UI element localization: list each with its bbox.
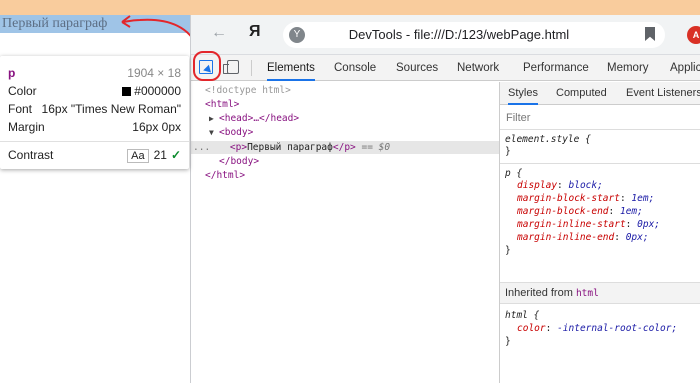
tab-network[interactable]: Network [457, 55, 499, 81]
css-property-value[interactable]: 1em; [631, 193, 654, 204]
tooltip-color-row: Color #000000 [8, 82, 181, 100]
css-property-value[interactable]: 0px; [637, 219, 660, 230]
font-label: Font [8, 102, 33, 116]
tooltip-divider [0, 141, 189, 142]
tab-computed[interactable]: Computed [556, 82, 607, 105]
font-value: 16px "Times New Roman" [41, 102, 181, 116]
styles-pane: Styles Computed Event Listeners Filter e… [500, 82, 700, 383]
back-arrow-icon[interactable]: ← [211, 24, 227, 42]
css-property-value[interactable]: 0px; [626, 232, 649, 243]
color-swatch-icon [122, 87, 132, 97]
css-property-name[interactable]: margin-inline-start [517, 219, 626, 230]
rule-divider [500, 163, 700, 164]
expand-triangle-icon[interactable]: ▶ [209, 112, 219, 125]
css-property-row[interactable]: color: -internal-root-color; [517, 323, 677, 335]
html-rule-selector: html { [505, 310, 540, 321]
body-open-text: <body> [219, 127, 254, 138]
inherited-tag-link[interactable]: html [576, 288, 599, 299]
color-label: Color [8, 84, 37, 98]
window-title: DevTools - file:///D:/123/webPage.html [348, 27, 570, 42]
tab-elements[interactable]: Elements [267, 55, 315, 81]
body-node[interactable]: ▼ <body> [209, 126, 253, 139]
css-property-name[interactable]: display [517, 180, 557, 191]
tooltip-font-row: Font 16px "Times New Roman" [8, 100, 181, 118]
inherited-label: Inherited from [505, 287, 573, 299]
margin-value: 16px 0px [132, 120, 181, 134]
css-property-value[interactable]: -internal-root-color; [557, 323, 677, 334]
css-property-row[interactable]: margin-block-end: 1em; [517, 206, 643, 218]
css-property-name[interactable]: margin-block-end [517, 206, 609, 217]
p-rule-selector: p { [505, 168, 523, 179]
devtools-tab-bar: Elements Console Sources Network Perform… [191, 55, 700, 81]
tab-application[interactable]: Applic [670, 55, 700, 81]
p-open-tag: <p> [229, 142, 248, 153]
body-close-node[interactable]: </body> [219, 155, 259, 168]
annotation-arrow [121, 15, 199, 49]
styles-tab-bar: Styles Computed Event Listeners [500, 82, 700, 105]
margin-highlight [0, 0, 700, 15]
p-text-node: Первый параграф [247, 142, 333, 153]
address-bar[interactable]: Y DevTools - file:///D:/123/webPage.html [283, 22, 665, 48]
p-node-selected[interactable]: ... <p>Первый параграф</p> == $0 [191, 141, 499, 154]
contrast-label: Contrast [8, 148, 54, 162]
color-value-wrap: #000000 [122, 84, 181, 98]
css-property-row[interactable]: margin-inline-start: 0px; [517, 219, 660, 231]
close-brace: } [505, 336, 511, 347]
color-value: #000000 [134, 84, 181, 98]
css-property-row[interactable]: margin-inline-end: 0px; [517, 232, 649, 244]
styles-filter-input[interactable]: Filter [506, 112, 530, 124]
collapse-triangle-icon[interactable]: ▼ [209, 126, 219, 139]
element-inspect-tooltip: p 1904 × 18 Color #000000 Font 16px "Tim… [0, 56, 189, 169]
doctype-text: <!doctype html> [205, 85, 291, 96]
browser-toolbar: ← Я Y DevTools - file:///D:/123/webPage.… [191, 15, 700, 55]
tab-sources[interactable]: Sources [396, 55, 438, 81]
tooltip-size: 1904 × 18 [127, 66, 181, 80]
tab-console[interactable]: Console [334, 55, 376, 81]
doctype-node[interactable]: <!doctype html> [205, 84, 291, 97]
contrast-ratio: 21 [153, 147, 167, 162]
p-close-tag: </p> [332, 142, 356, 153]
element-style-selector: element.style { [505, 134, 591, 145]
css-property-value[interactable]: 1em; [620, 206, 643, 217]
tab-styles[interactable]: Styles [508, 82, 538, 105]
css-property-name[interactable]: margin-inline-end [517, 232, 614, 243]
divider [251, 60, 252, 76]
device-toolbar-icon[interactable] [223, 60, 239, 74]
rule-divider [500, 129, 700, 130]
devtools-window: ← Я Y DevTools - file:///D:/123/webPage.… [190, 15, 700, 383]
tooltip-header: p 1904 × 18 [8, 64, 181, 82]
annotation-circle [193, 51, 221, 81]
head-node[interactable]: ▶ <head>…</head> [209, 112, 299, 125]
css-property-value[interactable]: block; [569, 180, 603, 191]
inherited-header: Inherited from html [500, 282, 700, 304]
css-property-name[interactable]: color [517, 323, 546, 334]
tab-performance[interactable]: Performance [523, 55, 589, 81]
css-property-name[interactable]: margin-block-start [517, 193, 620, 204]
elements-tree: <!doctype html> <html> ▶ <head>…</head> ▼… [191, 82, 499, 383]
css-property-row[interactable]: display: block; [517, 180, 603, 192]
html-close-node[interactable]: </html> [205, 169, 245, 182]
contrast-value-wrap: Aa 21 ✓ [127, 148, 181, 163]
contrast-aa-badge: Aa [127, 148, 149, 163]
more-dots[interactable]: ... [193, 142, 210, 153]
selected-marker: == $0 [361, 142, 391, 153]
paragraph-text[interactable]: Первый параграф [2, 16, 107, 32]
tab-memory[interactable]: Memory [607, 55, 649, 81]
head-text: <head>…</head> [219, 113, 300, 124]
tooltip-tag-name: p [8, 66, 16, 80]
close-brace: } [505, 146, 511, 157]
tooltip-margin-row: Margin 16px 0px [8, 118, 181, 136]
checkmark-icon: ✓ [170, 147, 181, 162]
yandex-logo-icon[interactable]: Я [249, 23, 261, 41]
html-node[interactable]: <html> [205, 98, 239, 111]
close-brace: } [505, 245, 511, 256]
tab-event-listeners[interactable]: Event Listeners [626, 82, 700, 105]
tooltip-contrast-row: Contrast Aa 21 ✓ [8, 146, 181, 164]
bookmark-icon[interactable] [645, 27, 655, 41]
margin-label: Margin [8, 120, 45, 134]
extension-icon[interactable]: A [687, 26, 700, 44]
css-property-row[interactable]: margin-block-start: 1em; [517, 193, 654, 205]
